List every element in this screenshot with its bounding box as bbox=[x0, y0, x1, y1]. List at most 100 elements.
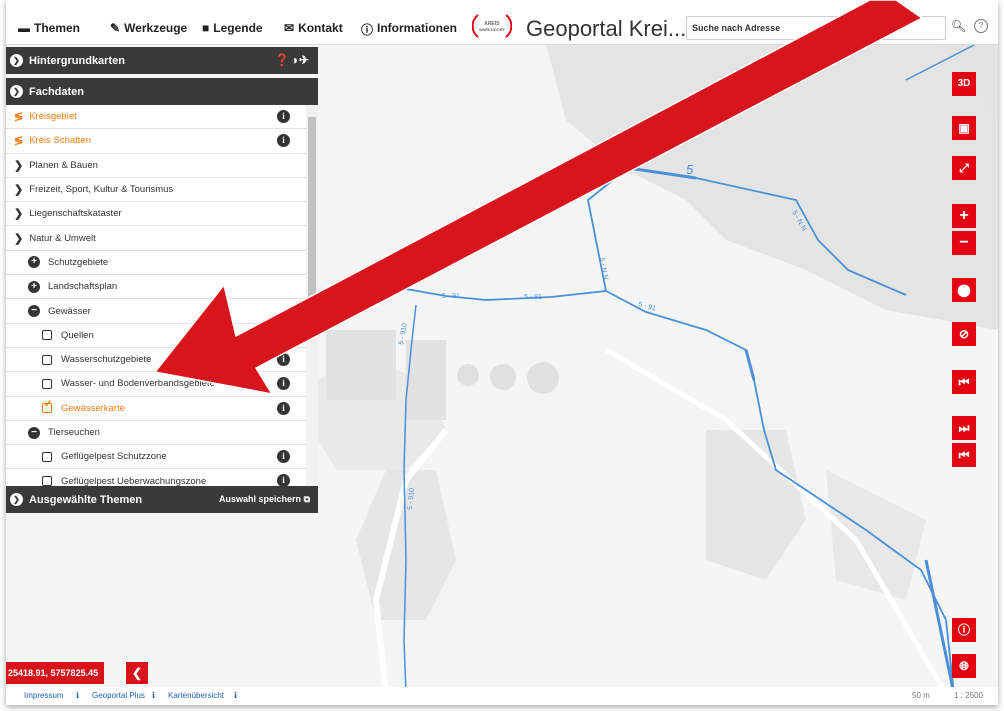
group-liegenschaftskataster[interactable]: ❯ Liegenschaftskataster bbox=[6, 202, 306, 227]
group-tierseuchen[interactable]: − Tierseuchen bbox=[6, 421, 306, 446]
minus-circle-icon: − bbox=[28, 426, 40, 439]
checkbox[interactable] bbox=[42, 378, 52, 389]
layer-kreis-schatten[interactable]: ≶ Kreis Schatten i bbox=[6, 129, 306, 154]
info-icon[interactable]: i bbox=[277, 110, 290, 123]
menu-werkzeuge[interactable]: ✎ Werkzeuge bbox=[110, 0, 187, 44]
checkbox[interactable] bbox=[42, 330, 52, 341]
scrollbar-thumb[interactable] bbox=[308, 117, 316, 317]
info-icon[interactable]: i bbox=[277, 401, 290, 415]
next-view-icon[interactable]: ⏭ bbox=[952, 416, 976, 440]
search-input[interactable] bbox=[686, 16, 946, 40]
book-icon: ■ bbox=[202, 21, 210, 35]
info-icon[interactable]: i bbox=[277, 377, 290, 391]
scrollbar[interactable] bbox=[306, 105, 318, 486]
minus-circle-icon: − bbox=[28, 305, 40, 318]
footer-separator: ℹ bbox=[152, 691, 156, 700]
info-icon[interactable]: i bbox=[277, 134, 290, 148]
plus-circle-icon: + bbox=[28, 280, 40, 293]
panel-tools[interactable]: ❓◑✈ bbox=[275, 53, 310, 67]
geoportal-link[interactable]: Geoportal Plus bbox=[92, 691, 145, 700]
info-icon[interactable]: ⓘ bbox=[952, 618, 976, 642]
layer-gewaesserkarte[interactable]: ✓ Gewässerkarte i bbox=[6, 397, 306, 421]
impressum-link[interactable]: Impressum bbox=[24, 691, 64, 700]
kreis-warendorf-logo: KREIS WARENDORF bbox=[472, 14, 512, 38]
tank bbox=[457, 364, 479, 386]
chevron-right-icon: ❯ bbox=[10, 493, 23, 506]
first-view-icon[interactable]: ⏮ bbox=[952, 370, 976, 394]
pin-icon[interactable]: ✈ bbox=[299, 53, 310, 67]
layer-quellen[interactable]: Quellen i bbox=[6, 324, 306, 348]
fachdaten-header[interactable]: ❯ Fachdaten bbox=[6, 78, 318, 105]
search-icon[interactable]: 🔍︎ bbox=[951, 19, 966, 33]
group-landschaftsplan[interactable]: + Landschaftsplan bbox=[6, 275, 306, 300]
layers-icon: ≶ bbox=[14, 111, 24, 124]
info-icon[interactable]: i bbox=[277, 450, 290, 464]
envelope-icon: ✉ bbox=[284, 21, 295, 35]
menu-legende[interactable]: ■ Legende bbox=[202, 0, 263, 44]
building bbox=[406, 340, 446, 420]
hintergrundkarten-header[interactable]: ❯ Hintergrundkarten ❓◑✈ bbox=[6, 47, 318, 74]
kartenuebersicht-link[interactable]: Kartenübersicht bbox=[168, 691, 224, 700]
ban-icon[interactable]: ⊘ bbox=[952, 322, 976, 346]
top-bar: ▬ Themen ✎ Werkzeuge ■ Legende ✉ Kontakt… bbox=[6, 0, 998, 45]
previous-view-icon[interactable]: ⏮ bbox=[952, 443, 976, 467]
checkbox[interactable] bbox=[42, 476, 52, 486]
save-selection-button[interactable]: Auswahl speichern ⧉ bbox=[219, 494, 310, 505]
footer-bar: Impressum ℹ Geoportal Plus ℹ Kartenübers… bbox=[6, 687, 998, 705]
checkbox[interactable] bbox=[42, 354, 52, 365]
scale-distance: 50 m bbox=[912, 691, 930, 700]
info-icon[interactable]: i bbox=[277, 474, 290, 486]
image-icon[interactable]: ▣ bbox=[952, 116, 976, 140]
group-gewaesser[interactable]: − Gewässer bbox=[6, 299, 306, 324]
menu-informationen[interactable]: ⓘ Informationen bbox=[361, 0, 457, 44]
footer-separator: ℹ bbox=[76, 691, 80, 700]
info-circle-icon: ⓘ bbox=[361, 23, 374, 37]
chevron-right-icon: ❯ bbox=[14, 232, 24, 245]
group-freizeit[interactable]: ❯ Freizeit, Sport, Kultur & Tourismus bbox=[6, 178, 306, 203]
collapse-icon[interactable]: ❮ bbox=[125, 662, 148, 684]
menu-kontakt[interactable]: ✉ Kontakt bbox=[284, 0, 343, 44]
tank bbox=[490, 364, 516, 390]
site-title: Geoportal Krei... bbox=[526, 16, 687, 41]
layers-icon: ≶ bbox=[14, 135, 24, 148]
layer-wasser-bodenverband[interactable]: Wasser- und Bodenverbandsgebiete i bbox=[6, 372, 306, 397]
app-window: ▬ Themen ✎ Werkzeuge ■ Legende ✉ Kontakt… bbox=[6, 0, 998, 705]
info-icon[interactable]: i bbox=[277, 328, 290, 342]
globe-icon[interactable]: 🌐︎ bbox=[952, 654, 976, 678]
ausgewaehlte-themen-footer[interactable]: ❯ Ausgewählte Themen Auswahl speichern ⧉ bbox=[6, 486, 318, 513]
tank bbox=[527, 362, 559, 394]
chevron-right-icon: ❯ bbox=[14, 208, 24, 221]
layer-gefluegelpest-ueberwachung[interactable]: Geflügelpest Ueberwachungszone i bbox=[6, 469, 306, 486]
folder-icon: ▬ bbox=[18, 21, 30, 35]
scale-ratio: 1 : 2500 bbox=[954, 691, 983, 700]
info-icon[interactable]: i bbox=[277, 352, 290, 366]
help-icon[interactable]: ❓ bbox=[275, 53, 291, 67]
contrast-icon[interactable]: ◑ bbox=[291, 53, 299, 67]
svg-text:WARENDORF: WARENDORF bbox=[479, 27, 506, 32]
map-label: 5 - 91 bbox=[442, 293, 460, 300]
layer-list: ≶ Kreisgebiet i ≶ Kreis Schatten i ❯ Pla… bbox=[6, 105, 318, 486]
zoom-out-icon[interactable]: − bbox=[952, 231, 976, 255]
layer-gefluegelpest-schutzzone[interactable]: Geflügelpest Schutzzone i bbox=[6, 445, 306, 470]
layer-wasserschutzgebiete[interactable]: Wasserschutzgebiete i bbox=[6, 348, 306, 373]
layer-kreisgebiet[interactable]: ≶ Kreisgebiet i bbox=[6, 105, 306, 130]
checkbox[interactable] bbox=[42, 451, 52, 462]
footer-separator: ℹ bbox=[234, 691, 238, 700]
menu-themen[interactable]: ▬ Themen bbox=[18, 0, 80, 44]
chevron-right-icon: ❯ bbox=[10, 85, 23, 98]
group-schutzgebiete[interactable]: + Schutzgebiete bbox=[6, 251, 306, 276]
fullscreen-icon[interactable]: ⤢ bbox=[952, 156, 976, 180]
location-pin-icon[interactable]: ⬤ bbox=[952, 278, 976, 302]
3d-button[interactable]: 3D bbox=[952, 72, 976, 96]
share-icon: ⧉ bbox=[303, 494, 310, 504]
wrench-icon: ✎ bbox=[110, 21, 121, 35]
group-planen-bauen[interactable]: ❯ Planen & Bauen bbox=[6, 154, 306, 178]
checkbox-checked[interactable]: ✓ bbox=[42, 399, 52, 414]
group-natur-umwelt[interactable]: ❯ Natur & Umwelt bbox=[6, 226, 306, 251]
layer-panel: ❯ Hintergrundkarten ❓◑✈ ❯ Fachdaten ≶ Kr… bbox=[6, 47, 318, 513]
coordinate-display: 25418.91, 5757825.45 bbox=[6, 662, 105, 684]
help-icon[interactable]: ? bbox=[974, 19, 988, 33]
chevron-right-icon: ❯ bbox=[10, 54, 23, 67]
zoom-in-icon[interactable]: + bbox=[952, 204, 976, 228]
map-label: 5 bbox=[686, 162, 694, 177]
